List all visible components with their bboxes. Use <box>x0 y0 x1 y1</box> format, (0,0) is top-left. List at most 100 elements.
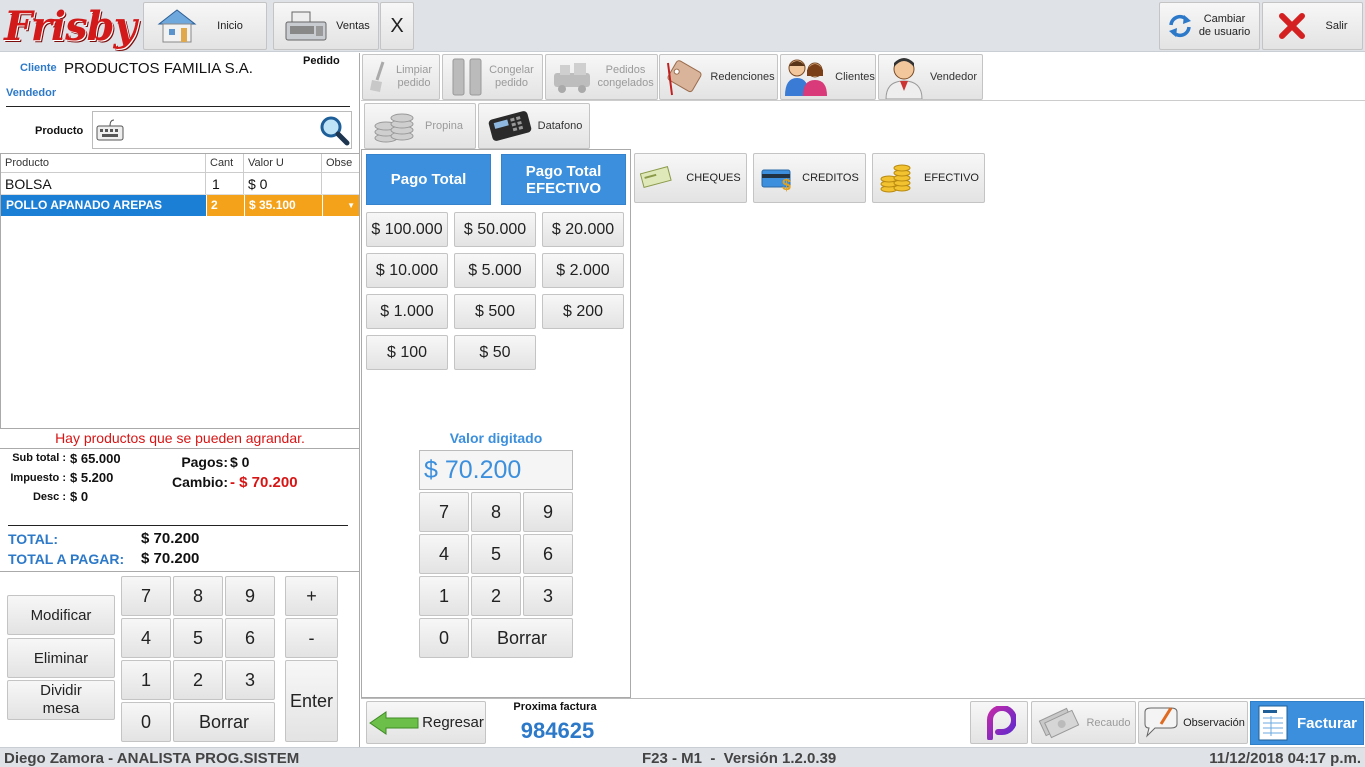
vendedor-button[interactable]: Vendedor <box>878 54 983 100</box>
salir-button[interactable]: Salir <box>1262 2 1363 50</box>
close-tab-button[interactable]: X <box>380 2 414 50</box>
denom-500-button[interactable]: $ 500 <box>454 294 536 329</box>
eliminar-button[interactable]: Eliminar <box>7 638 115 678</box>
row-producto: BOLSA <box>1 173 206 194</box>
left-key-9[interactable]: 9 <box>225 576 275 616</box>
col-obse[interactable]: Obse <box>322 154 359 172</box>
row-obse-dropdown[interactable]: ▼ <box>322 195 359 216</box>
keyboard-icon[interactable] <box>96 116 124 149</box>
divider <box>6 106 350 107</box>
modificar-button[interactable]: Modificar <box>7 595 115 635</box>
pay-borrar-button[interactable]: Borrar <box>471 618 573 658</box>
key-label: 2 <box>490 585 501 606</box>
pago-efectivo-button[interactable]: Pago Total EFECTIVO <box>501 154 626 205</box>
recaudo-button[interactable]: Recaudo <box>1031 701 1136 744</box>
table-row-selected[interactable]: POLLO APANADO AREPAS 2 $ 35.100 ▼ <box>1 195 359 216</box>
left-key-3[interactable]: 3 <box>225 660 275 700</box>
pay-key-1[interactable]: 1 <box>419 576 469 616</box>
dividir-mesa-button[interactable]: Dividir mesa <box>7 680 115 720</box>
redenciones-button[interactable]: Redenciones <box>659 54 778 100</box>
key-label: 6 <box>244 627 255 648</box>
machine-icon <box>550 59 594 95</box>
pause-icon <box>450 57 484 97</box>
cliente-label: Cliente <box>20 62 57 74</box>
plus-button[interactable]: + <box>285 576 338 616</box>
pagos-value: $ 0 <box>230 454 250 470</box>
denom-100000-button[interactable]: $ 100.000 <box>366 212 448 247</box>
denom-50000-button[interactable]: $ 50.000 <box>454 212 536 247</box>
left-key-2[interactable]: 2 <box>173 660 223 700</box>
search-icon[interactable] <box>318 114 350 151</box>
minus-button[interactable]: - <box>285 618 338 658</box>
pay-key-6[interactable]: 6 <box>523 534 573 574</box>
denom-2000-button[interactable]: $ 2.000 <box>542 253 624 288</box>
left-key-0[interactable]: 0 <box>121 702 171 742</box>
status-version: F23 - M1 - Versión 1.2.0.39 <box>642 750 837 767</box>
denom-20000-button[interactable]: $ 20.000 <box>542 212 624 247</box>
congelar-pedido-button[interactable]: Congelar pedido <box>442 54 543 100</box>
col-producto[interactable]: Producto <box>1 154 206 172</box>
invoice-icon <box>1257 704 1291 742</box>
efectivo-button[interactable]: EFECTIVO <box>872 153 985 203</box>
left-key-4[interactable]: 4 <box>121 618 171 658</box>
denom-label: $ 500 <box>474 302 516 320</box>
pay-key-4[interactable]: 4 <box>419 534 469 574</box>
left-key-7[interactable]: 7 <box>121 576 171 616</box>
pay-key-7[interactable]: 7 <box>419 492 469 532</box>
key-label: 0 <box>438 627 449 648</box>
total-label: TOTAL: <box>8 531 59 547</box>
pedidos-congelados-button[interactable]: Pedidos congelados <box>545 54 658 100</box>
enter-button[interactable]: Enter <box>285 660 338 742</box>
pay-key-0[interactable]: 0 <box>419 618 469 658</box>
valor-digitado-field[interactable]: $ 70.200 <box>419 450 573 490</box>
pay-key-2[interactable]: 2 <box>471 576 521 616</box>
pago-total-button[interactable]: Pago Total <box>366 154 491 205</box>
facturar-button[interactable]: Facturar <box>1250 701 1364 745</box>
col-valor[interactable]: Valor U <box>244 154 322 172</box>
pay-key-5[interactable]: 5 <box>471 534 521 574</box>
denom-1000-button[interactable]: $ 1.000 <box>366 294 448 329</box>
table-row[interactable]: BOLSA 1 $ 0 <box>1 173 359 195</box>
pagos-label: Pagos: <box>181 454 228 470</box>
denom-50-button[interactable]: $ 50 <box>454 335 536 370</box>
regresar-button[interactable]: Regresar <box>366 701 486 744</box>
inicio-button[interactable]: Inicio <box>143 2 267 50</box>
ventas-button[interactable]: Ventas <box>273 2 379 50</box>
pay-key-9[interactable]: 9 <box>523 492 573 532</box>
creditos-button[interactable]: $ CREDITOS <box>753 153 866 203</box>
key-label: 7 <box>438 501 449 522</box>
cheques-button[interactable]: CHEQUES <box>634 153 747 203</box>
totals-divider <box>8 525 348 526</box>
clientes-label: Clientes <box>835 70 875 83</box>
denom-10000-button[interactable]: $ 10.000 <box>366 253 448 288</box>
key-label: 1 <box>438 585 449 606</box>
left-key-5[interactable]: 5 <box>173 618 223 658</box>
vendedor-label: Vendedor <box>929 70 978 83</box>
cambiar-usuario-button[interactable]: Cambiar de usuario <box>1159 2 1260 50</box>
key-label: 3 <box>244 669 255 690</box>
bottom-divider <box>361 698 1365 699</box>
col-cant[interactable]: Cant <box>206 154 244 172</box>
key-label: 7 <box>140 585 151 606</box>
pay-key-3[interactable]: 3 <box>523 576 573 616</box>
left-borrar-button[interactable]: Borrar <box>173 702 275 742</box>
app-p-button[interactable] <box>970 701 1028 744</box>
key-label: 9 <box>542 501 553 522</box>
datafono-button[interactable]: Datafono <box>478 103 590 149</box>
denom-200-button[interactable]: $ 200 <box>542 294 624 329</box>
limpiar-pedido-button[interactable]: Limpiar pedido <box>362 54 440 100</box>
pay-key-8[interactable]: 8 <box>471 492 521 532</box>
key-label: 0 <box>140 711 151 732</box>
observacion-button[interactable]: Observación <box>1138 701 1248 744</box>
salir-label: Salir <box>1325 20 1348 32</box>
denom-100-button[interactable]: $ 100 <box>366 335 448 370</box>
left-key-1[interactable]: 1 <box>121 660 171 700</box>
denom-5000-button[interactable]: $ 5.000 <box>454 253 536 288</box>
producto-search-field[interactable] <box>92 111 352 149</box>
denom-label: $ 1.000 <box>380 302 434 320</box>
left-key-6[interactable]: 6 <box>225 618 275 658</box>
propina-button[interactable]: Propina <box>364 103 476 149</box>
left-key-8[interactable]: 8 <box>173 576 223 616</box>
clientes-button[interactable]: Clientes <box>780 54 876 100</box>
efectivo-label: EFECTIVO <box>923 172 979 184</box>
